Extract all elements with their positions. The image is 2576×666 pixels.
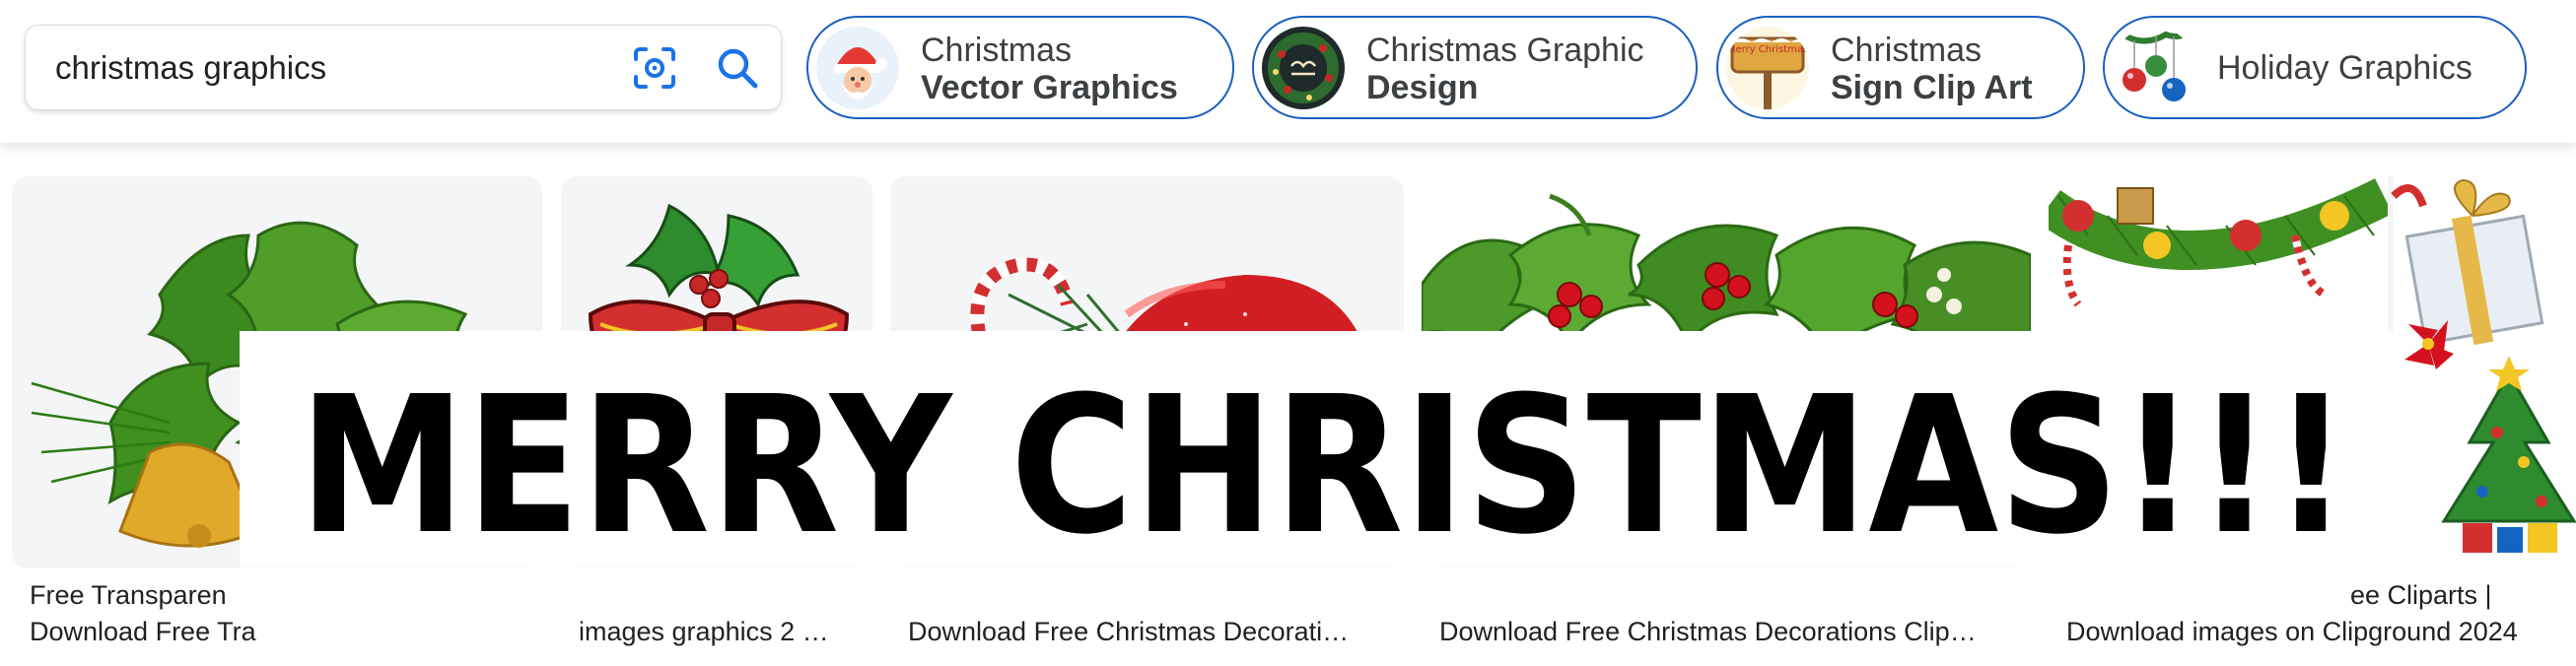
result-caption-line2[interactable]: Download Free Christmas Decorations Clip… [1439,613,2013,650]
wreath-thumbnail [1262,27,1345,109]
chip-label: Holiday Graphics [2217,49,2472,87]
banner-text: MERRY CHRISTMAS!!! [299,357,2349,567]
chip-label-line1: Christmas [921,32,1073,69]
ornaments-thumbnail [2113,27,2195,109]
wooden-sign-thumbnail: Merry Christmas [1726,27,1809,109]
result-caption-line2[interactable]: images graphics 2 … [579,613,855,650]
chip-label-line1: Christmas [1831,32,1983,69]
chip-christmas-graphic-design[interactable]: Christmas Graphic Design [1252,16,1698,119]
chip-christmas-sign-clip-art[interactable]: Merry Christmas Christmas Sign Clip Art [1716,16,2085,119]
result-caption-line2[interactable]: Download Free Christmas Decorati… [908,613,1386,650]
result-caption-line2[interactable]: Download images on Clipground 2024 [2066,613,2576,650]
chip-holiday-graphics[interactable]: Holiday Graphics [2103,16,2527,119]
result-caption-line2[interactable]: Download Free Transparent Christm… [30,613,256,650]
search-icon[interactable] [712,42,763,94]
top-bar: Christmas Vector Graphics Christmas Grap… [0,0,2576,143]
chip-label-line2: Sign Clip Art [1831,69,2033,106]
merry-christmas-banner: MERRY CHRISTMAS!!! [240,331,2402,567]
chip-christmas-vector-graphics[interactable]: Christmas Vector Graphics [806,16,1234,119]
result-caption-line1[interactable]: ee Cliparts | [2350,576,2576,614]
sign-thumb-text: Merry Christmas [1727,44,1808,55]
chip-label-line2: Design [1366,69,1479,106]
camera-lens-icon[interactable] [629,42,680,94]
santa-thumbnail [816,27,899,109]
chip-label-line1: Christmas Graphic [1366,32,1644,69]
search-input[interactable] [55,43,607,93]
chip-label-line2: Vector Graphics [921,69,1178,106]
result-caption-line1[interactable]: Free Transparen [30,576,237,614]
search-box[interactable] [25,25,782,110]
